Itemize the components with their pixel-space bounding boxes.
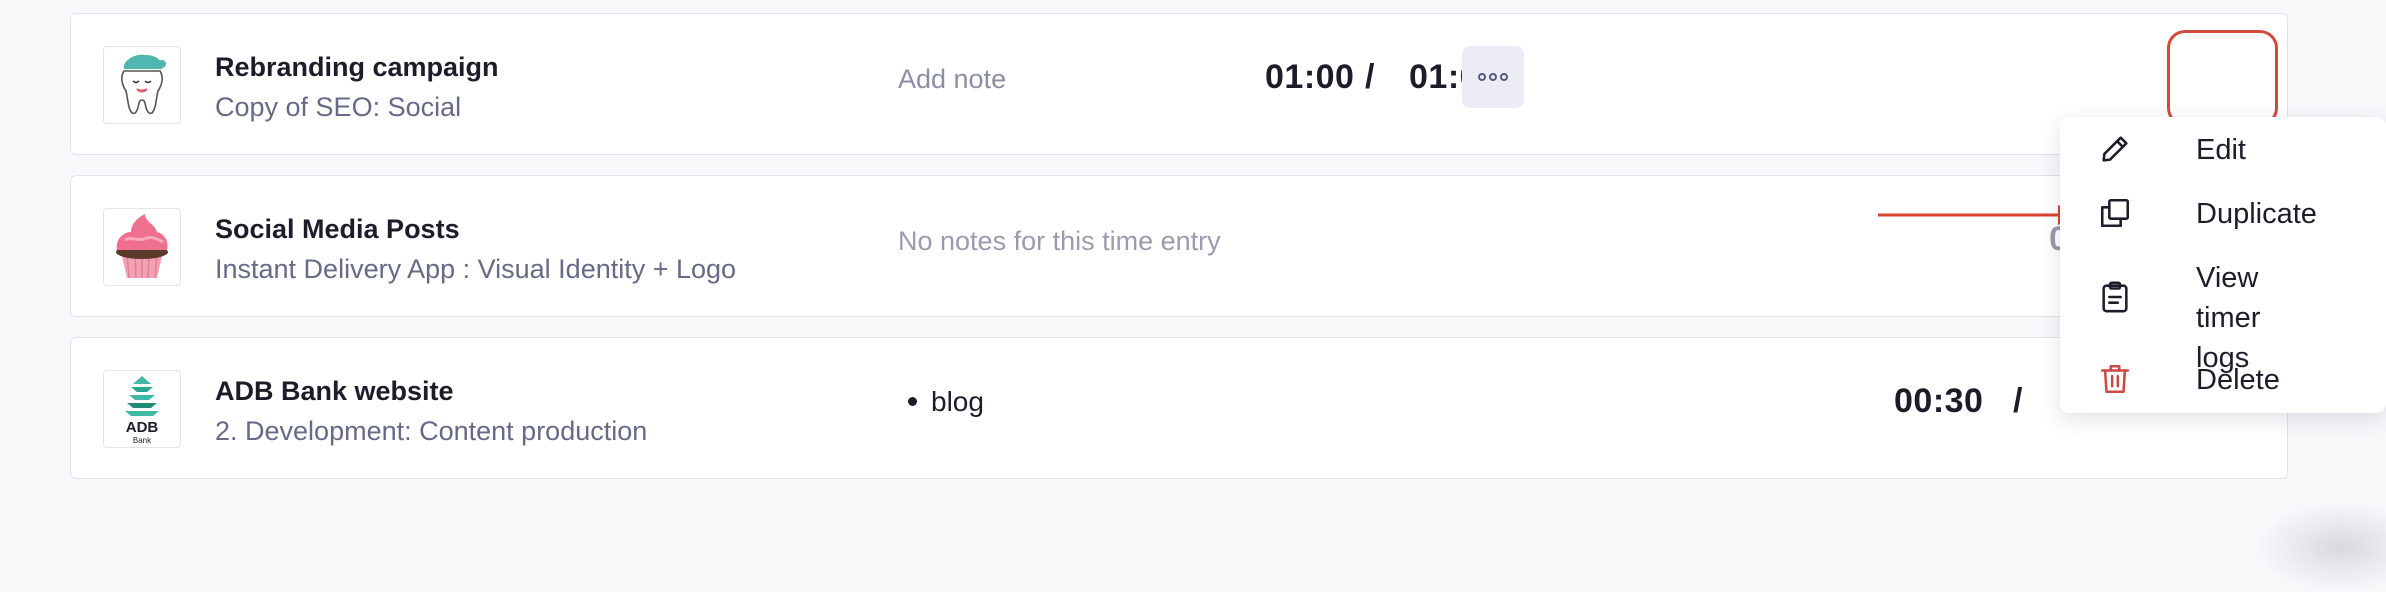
clipboard-list-icon [2096,278,2134,316]
menu-item-view-timer-logs[interactable]: View timer logs [2096,258,2260,374]
add-note-link[interactable]: Add note [898,64,1006,95]
task-subtitle: Instant Delivery App : Visual Identity +… [215,254,737,284]
menu-item-duplicate[interactable]: Duplicate [2096,194,2317,232]
project-thumbnail: ADB Bank [103,370,181,448]
note-text: No notes for this time entry [898,226,1221,256]
logo-text: ADB [126,419,159,436]
menu-item-edit[interactable]: Edit [2096,130,2246,168]
project-thumbnail [103,208,181,286]
time-entry-row[interactable]: ADB Bank ADB Bank website 2. Development… [70,337,2288,479]
logo-subtext: Bank [133,436,152,445]
menu-item-label: Duplicate [2196,198,2317,230]
note-list: blog [898,386,984,418]
trash-icon [2096,360,2134,398]
task-subtitle: Copy of SEO: Social [215,92,462,122]
tooth-mascot-icon [121,54,166,115]
time-tracked: 01:00 [1265,58,1355,96]
corner-shadow [2256,502,2386,592]
actions-dropdown-menu: Edit Duplicate View timer logs Delete [2060,117,2386,413]
menu-item-delete[interactable]: Delete [2096,360,2280,398]
task-subtitle: 2. Development: Content production [215,416,648,446]
note-bullet-item: blog [931,386,984,417]
time-entry-list: Rebranding campaign Copy of SEO: Social … [70,13,2288,479]
more-horizontal-icon [1478,73,1486,81]
time-separator: / [2013,382,2023,420]
bullet-icon [908,396,917,406]
time-tracked: 00:30 [1894,382,1984,420]
project-thumbnail [103,46,181,124]
pencil-icon [2096,130,2134,168]
project-title[interactable]: Rebranding campaign [215,52,499,83]
more-actions-button[interactable] [1462,46,1524,108]
copy-icon [2096,194,2134,232]
adb-bank-logo: ADB Bank [125,376,159,445]
menu-item-label: Delete [2196,364,2280,396]
menu-item-label: Edit [2196,134,2246,166]
project-title[interactable]: Social Media Posts [215,214,460,245]
time-entry-row[interactable]: Social Media Posts Instant Delivery App … [70,175,2288,317]
time-separator: / [1365,58,1375,96]
cupcake-icon [116,214,168,279]
time-entry-row[interactable]: Rebranding campaign Copy of SEO: Social … [70,13,2288,155]
project-title[interactable]: ADB Bank website [215,376,454,407]
